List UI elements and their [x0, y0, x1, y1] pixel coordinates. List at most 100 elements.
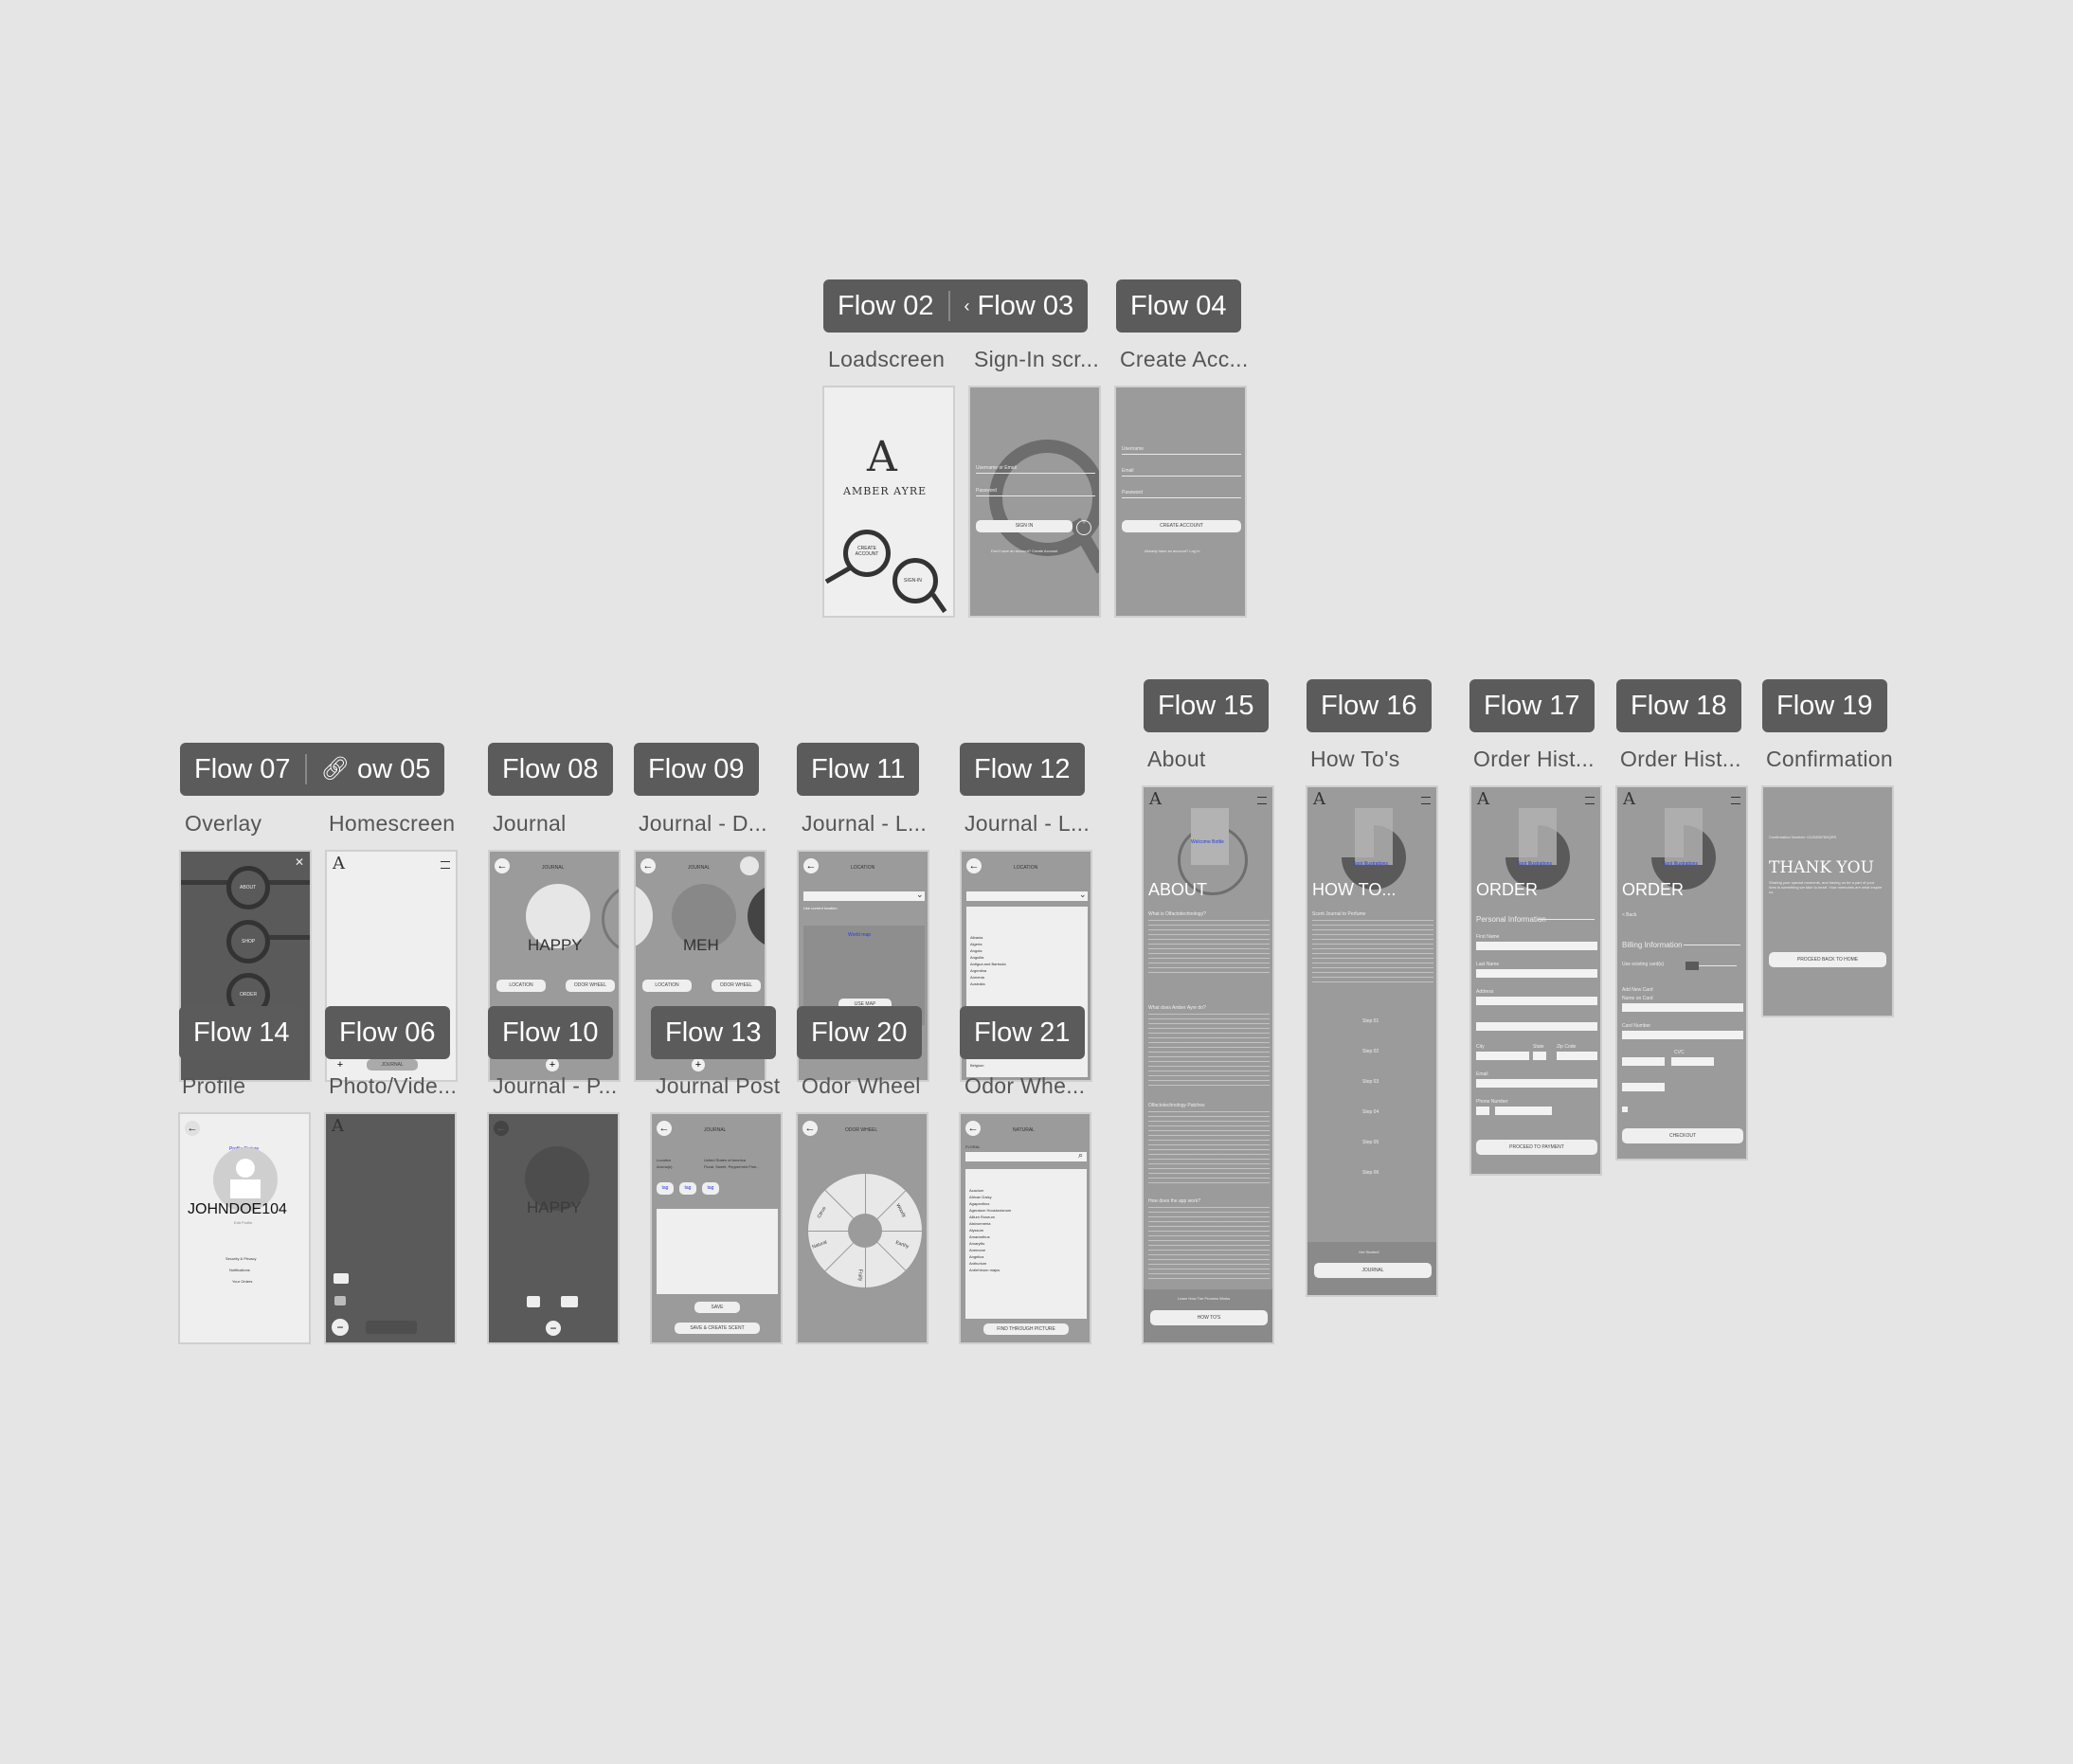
state-field[interactable]	[1533, 1052, 1546, 1060]
back-arrow-icon[interactable]: ←	[965, 1121, 981, 1136]
search-input[interactable]	[965, 1152, 1087, 1161]
video-icon[interactable]	[561, 1296, 578, 1307]
back-arrow-icon[interactable]: ←	[657, 1121, 672, 1136]
journal-button[interactable]: JOURNAL	[1314, 1263, 1432, 1278]
create-account-link[interactable]: Don't have an account? Create Account	[991, 549, 1057, 553]
back-arrow-icon[interactable]: ←	[966, 858, 982, 873]
list-item[interactable]: Angelica	[969, 1254, 983, 1259]
wheel-center[interactable]	[848, 1214, 882, 1248]
menu-icon[interactable]	[441, 861, 450, 869]
card-number-field[interactable]	[1622, 1031, 1743, 1039]
back-arrow-icon[interactable]: ←	[495, 858, 510, 873]
list-item[interactable]: Alstroemeria	[969, 1221, 990, 1226]
list-item[interactable]: Anguilla	[970, 955, 983, 960]
flow-tag-16[interactable]: Flow 16	[1307, 679, 1432, 732]
find-through-picture-button[interactable]: FIND THROUGH PICTURE	[983, 1323, 1069, 1335]
cvc-field[interactable]	[1671, 1057, 1714, 1066]
back-arrow-icon[interactable]: ←	[803, 858, 819, 873]
flow-tag-14[interactable]: Flow 14	[179, 1006, 304, 1059]
avatar[interactable]	[740, 856, 759, 875]
password-field[interactable]	[976, 495, 1095, 496]
flow-tag-02[interactable]: Flow 02	[823, 279, 948, 333]
flow-tag-11[interactable]: Flow 11	[797, 743, 920, 796]
screen-profile[interactable]: ← Profile Picture JOHNDOE104 Edit Profil…	[178, 1112, 311, 1344]
menu-icon[interactable]	[1585, 797, 1595, 804]
list-item[interactable]: Albania	[970, 935, 982, 940]
card-toggle[interactable]	[1685, 962, 1699, 970]
username-field[interactable]	[976, 473, 1095, 474]
screen-photo-video[interactable]: A −	[324, 1112, 457, 1344]
list-item[interactable]: Algeria	[970, 942, 982, 946]
tag-chip[interactable]: tag	[679, 1182, 696, 1195]
email-field[interactable]	[1476, 1079, 1597, 1088]
city-field[interactable]	[1476, 1052, 1529, 1060]
back-arrow-icon[interactable]: ←	[185, 1121, 200, 1136]
flow-tag-13[interactable]: Flow 13	[651, 1006, 776, 1059]
list-item[interactable]: Angola	[970, 948, 982, 953]
list-item[interactable]: Belgium	[970, 1063, 983, 1068]
zip-field[interactable]	[1557, 1052, 1597, 1060]
address-field[interactable]	[1476, 997, 1597, 1005]
last-name-field[interactable]	[1476, 969, 1597, 978]
back-arrow-icon[interactable]: ←	[802, 1121, 818, 1136]
flow-tag-03[interactable]: ‹ Flow 03	[950, 279, 1089, 333]
screen-about[interactable]: A Welcome Bottle ABOUT What is Olfactote…	[1142, 785, 1274, 1344]
close-icon[interactable]: ✕	[295, 855, 304, 869]
save-card-checkbox[interactable]	[1622, 1107, 1628, 1112]
save-create-scent-button[interactable]: SAVE & CREATE SCENT	[675, 1323, 760, 1334]
sign-in-button[interactable]: SIGN IN	[976, 520, 1073, 532]
list-item[interactable]: Antigua and Barbuda	[970, 962, 1006, 966]
list-item[interactable]: Amaryllis	[969, 1241, 984, 1246]
flow-tag-09[interactable]: Flow 09	[634, 743, 759, 796]
screen-how-tos[interactable]: A Spot Illustrations HOW TO... Scent Jou…	[1306, 785, 1438, 1297]
username-field[interactable]	[1122, 454, 1241, 455]
about-nav-button[interactable]: ABOUT	[226, 866, 270, 909]
password-field[interactable]	[1122, 497, 1241, 498]
screen-order-history-2[interactable]: A Spot Illustrations ORDER < Back Billin…	[1615, 785, 1748, 1161]
list-item[interactable]: Amaranthus	[969, 1234, 990, 1239]
list-item[interactable]: Allium Roseum	[969, 1215, 995, 1219]
add-icon[interactable]: +	[546, 1058, 559, 1071]
menu-icon[interactable]	[1731, 797, 1740, 804]
screen-loadscreen[interactable]: A AMBER AYRE CREATE ACCOUNT SIGN-IN	[822, 386, 955, 618]
screen-confirmation[interactable]: Confirmation Number: 0123456789QRS THANK…	[1761, 785, 1894, 1017]
list-item[interactable]: African Daisy	[969, 1195, 992, 1199]
tag-chip[interactable]: tag	[702, 1182, 719, 1195]
screen-signin[interactable]: Username or Email Password SIGN IN Don't…	[968, 386, 1101, 618]
back-link[interactable]: < Back	[1622, 912, 1636, 918]
screen-journal-post[interactable]: ← JOURNAL Location United States of Amer…	[650, 1112, 783, 1344]
journal-tab[interactable]	[366, 1321, 417, 1334]
menu-icon[interactable]	[1421, 797, 1431, 804]
flow-tag-20[interactable]: Flow 20	[797, 1006, 922, 1059]
back-arrow-icon[interactable]: ←	[640, 858, 656, 873]
menu-icon[interactable]	[1257, 797, 1267, 804]
camera-icon[interactable]	[334, 1296, 346, 1305]
flow-tag-12[interactable]: Flow 12	[960, 743, 1085, 796]
name-on-card-field[interactable]	[1622, 1003, 1743, 1012]
security-link[interactable]: Security & Privacy	[225, 1256, 256, 1261]
shop-nav-button[interactable]: SHOP	[226, 920, 270, 963]
mood-circle-next[interactable]	[748, 884, 765, 948]
back-arrow-icon[interactable]: ←	[494, 1121, 509, 1136]
log-in-link[interactable]: Already have an account? Log In	[1145, 549, 1200, 553]
country-select[interactable]	[803, 891, 925, 901]
email-field[interactable]	[1122, 476, 1241, 477]
proceed-to-payment-button[interactable]: PROCEED TO PAYMENT	[1476, 1140, 1597, 1155]
list-item[interactable]: Armenia	[970, 975, 984, 980]
flow-tag-08[interactable]: Flow 08	[488, 743, 613, 796]
flow-tag-21[interactable]: Flow 21	[960, 1006, 1085, 1059]
screen-order-history-1[interactable]: A Spot Illustrations ORDER Personal Info…	[1469, 785, 1602, 1176]
flow-tag-18[interactable]: Flow 18	[1616, 679, 1741, 732]
flow-tag-02-03[interactable]: Flow 02 ‹ Flow 03	[823, 279, 1089, 333]
list-item[interactable]: Argentina	[970, 968, 986, 973]
fingerprint-icon[interactable]	[1076, 520, 1091, 535]
add-icon[interactable]: +	[692, 1058, 705, 1071]
list-item[interactable]: Ageratum Houstonianum	[969, 1208, 1011, 1213]
how-tos-button[interactable]: HOW TO'S	[1150, 1310, 1268, 1325]
post-text-area[interactable]	[657, 1209, 778, 1294]
orders-link[interactable]: Your Orders	[232, 1279, 252, 1284]
checkout-button[interactable]: CHECKOUT	[1622, 1128, 1743, 1143]
tag-chip[interactable]: tag	[657, 1182, 674, 1195]
country-select[interactable]	[966, 891, 1088, 901]
create-account-button[interactable]: CREATE ACCOUNT	[1122, 520, 1241, 532]
